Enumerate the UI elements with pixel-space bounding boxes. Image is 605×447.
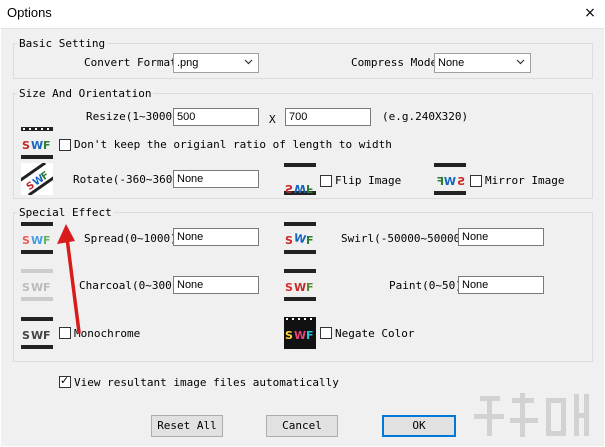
view-auto-label: View resultant image files automatically <box>74 376 339 389</box>
basic-setting-legend: Basic Setting <box>17 37 108 50</box>
rotate-label: Rotate(-360~360) <box>73 173 179 186</box>
svg-text:F: F <box>43 139 51 152</box>
svg-text:S: S <box>285 281 293 294</box>
compress-mode-select[interactable]: None <box>434 53 531 73</box>
convert-format-select[interactable]: .png <box>173 53 259 73</box>
svg-text:F: F <box>436 175 444 188</box>
resize-x-label: X <box>269 113 276 126</box>
svg-text:F: F <box>306 281 314 294</box>
window-title: Options <box>7 5 52 20</box>
monochrome-swf-icon: S W F <box>21 317 53 349</box>
spread-swf-icon: S W F <box>21 222 53 254</box>
swf-icon: S W F <box>21 127 53 159</box>
svg-text:W: W <box>31 234 43 247</box>
swirl-label: Swirl(-50000~50000) <box>341 232 467 245</box>
negate-color-label: Negate Color <box>335 327 415 340</box>
svg-text:W: W <box>444 175 456 188</box>
svg-text:S: S <box>285 182 293 195</box>
size-orientation-legend: Size And Orientation <box>17 87 154 100</box>
watermark-logo <box>474 393 589 437</box>
convert-format-label: Convert Format <box>84 56 177 69</box>
charcoal-input[interactable]: None <box>173 276 259 294</box>
svg-text:F: F <box>43 234 51 247</box>
resize-width-input[interactable]: 500 <box>173 108 259 126</box>
flip-swf-icon: S W F <box>284 163 316 195</box>
keep-ratio-checkbox[interactable] <box>59 139 71 151</box>
charcoal-swf-icon: S W F <box>21 269 53 301</box>
compress-mode-label: Compress Mode <box>351 56 438 69</box>
svg-text:W: W <box>31 139 43 152</box>
svg-text:S: S <box>22 139 30 152</box>
svg-text:S: S <box>22 234 30 247</box>
svg-text:W: W <box>294 329 306 342</box>
svg-text:F: F <box>306 234 314 247</box>
reset-all-button[interactable]: Reset All <box>151 415 223 437</box>
svg-text:W: W <box>294 182 306 195</box>
mirror-swf-icon: S W F <box>434 163 466 195</box>
negate-swf-icon: S W F <box>284 317 316 349</box>
ok-button[interactable]: OK <box>382 415 456 437</box>
rotate-input[interactable]: None <box>173 170 259 188</box>
dialog-client: Basic Setting Convert Format .png Compre… <box>1 28 604 446</box>
paint-input[interactable]: None <box>458 276 544 294</box>
rotate-swf-icon: S W F <box>21 163 53 195</box>
svg-text:S: S <box>22 329 30 342</box>
special-effect-legend: Special Effect <box>17 206 114 219</box>
svg-text:S: S <box>22 281 30 294</box>
convert-format-value: .png <box>177 57 199 69</box>
title-bar: Options × <box>0 0 605 28</box>
chevron-down-icon <box>244 59 253 65</box>
compress-mode-value: None <box>438 57 465 69</box>
chevron-down-icon <box>516 59 525 65</box>
svg-text:F: F <box>306 182 314 195</box>
spread-input[interactable]: None <box>173 228 259 246</box>
swirl-swf-icon: S W F <box>284 222 316 254</box>
spread-label: Spread(0~1000) <box>84 232 177 245</box>
flip-image-checkbox[interactable] <box>320 175 332 187</box>
svg-text:W: W <box>31 281 43 294</box>
flip-image-label: Flip Image <box>335 174 402 187</box>
resize-example-label: (e.g.240X320) <box>382 110 469 123</box>
charcoal-label: Charcoal(0~300) <box>79 279 179 292</box>
mirror-image-checkbox[interactable] <box>470 175 482 187</box>
close-icon[interactable]: × <box>575 0 605 28</box>
svg-text:W: W <box>31 329 43 342</box>
svg-text:F: F <box>306 329 314 342</box>
swirl-input[interactable]: None <box>458 228 544 246</box>
svg-text:S: S <box>285 329 293 342</box>
cancel-button[interactable]: Cancel <box>266 415 338 437</box>
resize-label: Resize(1~3000) <box>86 110 179 123</box>
svg-text:S: S <box>285 234 293 247</box>
mirror-image-label: Mirror Image <box>485 174 565 187</box>
svg-text:S: S <box>457 175 465 188</box>
keep-ratio-label: Don't keep the origianl ratio of length … <box>74 138 392 151</box>
paint-swf-icon: S W F <box>284 269 316 301</box>
paint-label: Paint(0~50) <box>389 279 462 292</box>
svg-text:F: F <box>43 281 51 294</box>
svg-text:F: F <box>43 329 51 342</box>
resize-height-input[interactable]: 700 <box>285 108 371 126</box>
negate-color-checkbox[interactable] <box>320 327 332 339</box>
annotation-arrow <box>57 224 81 334</box>
view-auto-checkbox[interactable] <box>59 374 71 388</box>
svg-text:W: W <box>294 281 306 294</box>
